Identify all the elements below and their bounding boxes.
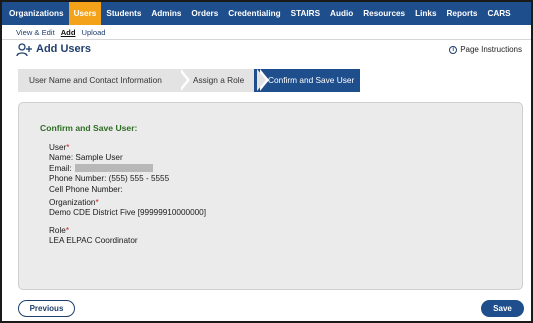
step-user-name-contact[interactable]: User Name and Contact Information [18, 69, 181, 92]
add-user-icon [16, 43, 32, 57]
user-label: User* [49, 143, 70, 152]
nav-orders[interactable]: Orders [186, 2, 223, 25]
nav-cars[interactable]: CARS [482, 2, 515, 25]
confirm-panel: Confirm and Save User: User* Name: Sampl… [18, 102, 523, 290]
subnav-add[interactable]: Add [61, 28, 76, 37]
nav-admins[interactable]: Admins [146, 2, 186, 25]
nav-organizations[interactable]: Organizations [4, 2, 69, 25]
nav-audio[interactable]: Audio [325, 2, 358, 25]
organization-section: Organization* Demo CDE District Five [99… [49, 198, 206, 219]
step-arrow [178, 69, 187, 91]
nav-users[interactable]: Users [68, 2, 102, 25]
role-section: Role* LEA ELPAC Coordinator [49, 226, 138, 247]
panel-heading: Confirm and Save User: [40, 123, 138, 133]
subnav-upload[interactable]: Upload [81, 28, 105, 37]
page-instructions-label: Page Instructions [460, 45, 522, 54]
role-label: Role* [49, 226, 70, 235]
sub-nav: View & Edit Add Upload [2, 25, 531, 40]
user-cell-phone: Cell Phone Number: [49, 184, 123, 194]
page-instructions-link[interactable]: i Page Instructions [449, 45, 522, 54]
step-confirm-save[interactable]: Confirm and Save User [254, 69, 360, 92]
user-name: Name: Sample User [49, 153, 123, 163]
user-email: Email: [49, 163, 169, 174]
nav-stairs[interactable]: STAIRS [286, 2, 325, 25]
nav-resources[interactable]: Resources [358, 2, 410, 25]
app-window: Organizations Users Students Admins Orde… [0, 0, 533, 323]
nav-reports[interactable]: Reports [442, 2, 483, 25]
save-button[interactable]: Save [481, 300, 524, 317]
user-section: User* Name: Sample User Email: Phone Num… [49, 143, 169, 195]
nav-credentialing[interactable]: Credentialing [223, 2, 285, 25]
nav-students[interactable]: Students [101, 2, 146, 25]
organization-value: Demo CDE District Five [99999910000000] [49, 208, 207, 218]
top-nav: Organizations Users Students Admins Orde… [2, 2, 531, 25]
redacted-email [74, 163, 153, 172]
step-arrow [257, 69, 266, 91]
page-header: Add Users i Page Instructions [16, 43, 522, 59]
organization-label: Organization* [49, 198, 99, 207]
user-phone: Phone Number: (555) 555 - 5555 [49, 174, 170, 184]
page-title: Add Users [36, 43, 92, 55]
subnav-view-edit[interactable]: View & Edit [16, 28, 55, 37]
info-icon: i [449, 45, 458, 54]
role-value: LEA ELPAC Coordinator [49, 236, 138, 246]
wizard-steps: User Name and Contact Information Assign… [18, 69, 378, 92]
nav-links[interactable]: Links [410, 2, 441, 25]
previous-button[interactable]: Previous [18, 300, 75, 317]
